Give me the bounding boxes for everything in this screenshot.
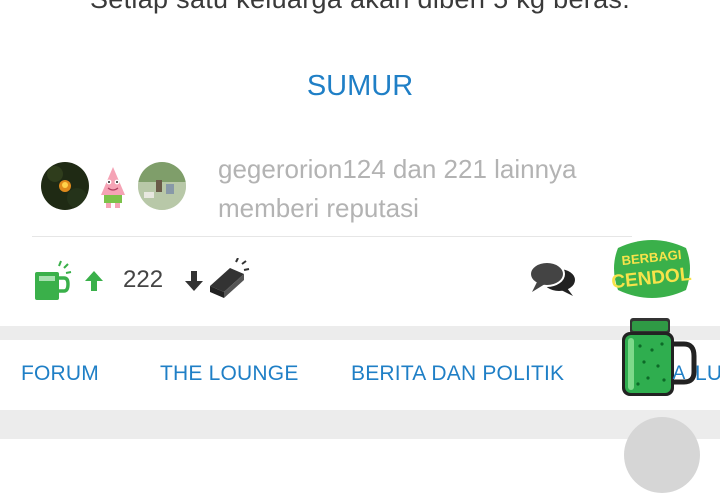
upvote-arrow-icon[interactable] bbox=[84, 270, 104, 292]
downvote-arrow-icon[interactable] bbox=[184, 270, 204, 292]
category-nav: FORUM THE LOUNGE BERITA DAN POLITIK LU bbox=[0, 340, 720, 410]
post-text-cutoff: Setiap satu keluarga akan diberi 5 kg be… bbox=[0, 0, 720, 15]
section-divider bbox=[0, 326, 720, 340]
nav-item-cutoff-letter: A bbox=[673, 363, 686, 384]
nav-item-forum[interactable]: FORUM bbox=[21, 362, 99, 386]
reputation-givers: gegerorion124 dan 221 lainnya bbox=[218, 154, 577, 184]
give-cendol-cup-icon[interactable] bbox=[33, 260, 73, 302]
cendol-jar-floating-icon[interactable]: A bbox=[618, 316, 698, 400]
reputation-label: memberi reputasi bbox=[218, 193, 419, 223]
divider bbox=[32, 236, 632, 237]
nav-item-cutoff[interactable]: LU bbox=[695, 362, 720, 386]
avatar-user-3[interactable] bbox=[138, 162, 186, 210]
upvote-count: 222 bbox=[123, 266, 164, 293]
section-divider bbox=[0, 410, 720, 439]
berbagi-cendol-button[interactable]: BERBAGI CENDOL bbox=[610, 234, 693, 302]
avatar-user-1[interactable] bbox=[41, 162, 89, 210]
give-brick-icon[interactable] bbox=[208, 257, 250, 300]
nav-item-the-lounge[interactable]: THE LOUNGE bbox=[160, 362, 299, 386]
avatar-user-2[interactable] bbox=[99, 165, 127, 209]
reputation-text: gegerorion124 dan 221 lainnya memberi re… bbox=[218, 150, 577, 228]
scroll-top-button[interactable] bbox=[624, 417, 700, 493]
source-link[interactable]: SUMUR bbox=[0, 70, 720, 103]
comments-icon[interactable] bbox=[529, 260, 577, 298]
nav-item-berita-dan-politik[interactable]: BERITA DAN POLITIK bbox=[351, 362, 564, 386]
